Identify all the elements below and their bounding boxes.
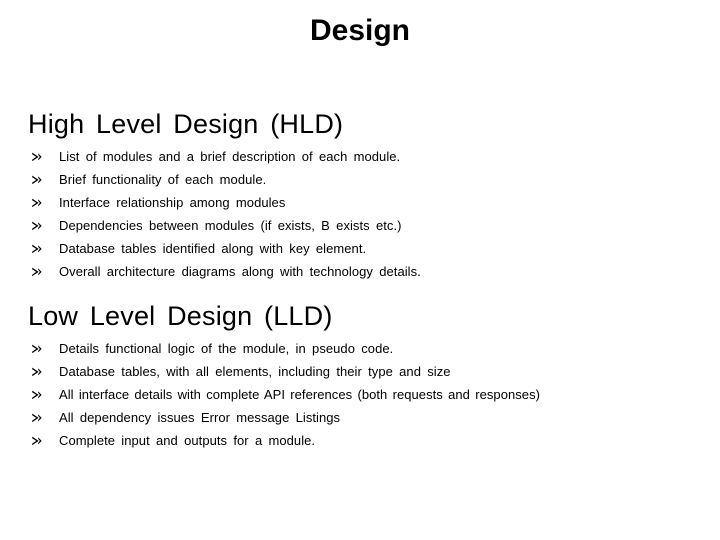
list-item: Brief functionality of each module. bbox=[31, 168, 700, 191]
arrowhead-bullet-icon bbox=[31, 214, 45, 237]
list-item: Database tables, with all elements, incl… bbox=[31, 360, 700, 383]
section-low-level-design: Low Level Design (LLD) Details functiona… bbox=[28, 300, 700, 452]
list-item-label: Complete input and outputs for a module. bbox=[59, 433, 316, 448]
list-item: Details functional logic of the module, … bbox=[31, 337, 700, 360]
section-high-level-design: High Level Design (HLD) List of modules … bbox=[28, 108, 700, 283]
list-item: Interface relationship among modules bbox=[31, 191, 700, 214]
arrowhead-bullet-icon bbox=[31, 168, 45, 191]
list-item: Dependencies between modules (if exists,… bbox=[31, 214, 700, 237]
arrowhead-bullet-icon bbox=[31, 360, 45, 383]
arrowhead-bullet-icon bbox=[31, 191, 45, 214]
arrowhead-bullet-icon bbox=[31, 406, 45, 429]
bullet-list-hld: List of modules and a brief description … bbox=[28, 145, 700, 283]
list-item-label: Overall architecture diagrams along with… bbox=[59, 264, 421, 279]
page-title: Design bbox=[309, 14, 411, 47]
list-item-label: Details functional logic of the module, … bbox=[59, 341, 394, 356]
list-item-label: Dependencies between modules (if exists,… bbox=[59, 218, 402, 233]
list-item: List of modules and a brief description … bbox=[31, 145, 700, 168]
slide-body: High Level Design (HLD) List of modules … bbox=[28, 108, 700, 452]
list-item: Database tables identified along with ke… bbox=[31, 237, 700, 260]
list-item: Complete input and outputs for a module. bbox=[31, 429, 700, 452]
arrowhead-bullet-icon bbox=[31, 260, 45, 283]
list-item-label: Database tables identified along with ke… bbox=[59, 241, 367, 256]
section-heading-lld: Low Level Design (LLD) bbox=[28, 301, 333, 331]
bullet-list-lld: Details functional logic of the module, … bbox=[28, 337, 700, 452]
slide-canvas: Design High Level Design (HLD) List of m… bbox=[0, 0, 720, 540]
list-item-label: Interface relationship among modules bbox=[59, 195, 286, 210]
list-item-label: Brief functionality of each module. bbox=[59, 172, 267, 187]
arrowhead-bullet-icon bbox=[31, 429, 45, 452]
list-item-label: Database tables, with all elements, incl… bbox=[59, 364, 451, 379]
list-item: All dependency issues Error message List… bbox=[31, 406, 700, 429]
list-item-label: List of modules and a brief description … bbox=[59, 149, 401, 164]
section-heading-hld: High Level Design (HLD) bbox=[28, 109, 344, 139]
arrowhead-bullet-icon bbox=[31, 145, 45, 168]
list-item-label: All interface details with complete API … bbox=[59, 387, 541, 402]
arrowhead-bullet-icon bbox=[31, 383, 45, 406]
list-item: Overall architecture diagrams along with… bbox=[31, 260, 700, 283]
arrowhead-bullet-icon bbox=[31, 337, 45, 360]
arrowhead-bullet-icon bbox=[31, 237, 45, 260]
list-item: All interface details with complete API … bbox=[31, 383, 700, 406]
list-item-label: All dependency issues Error message List… bbox=[59, 410, 341, 425]
